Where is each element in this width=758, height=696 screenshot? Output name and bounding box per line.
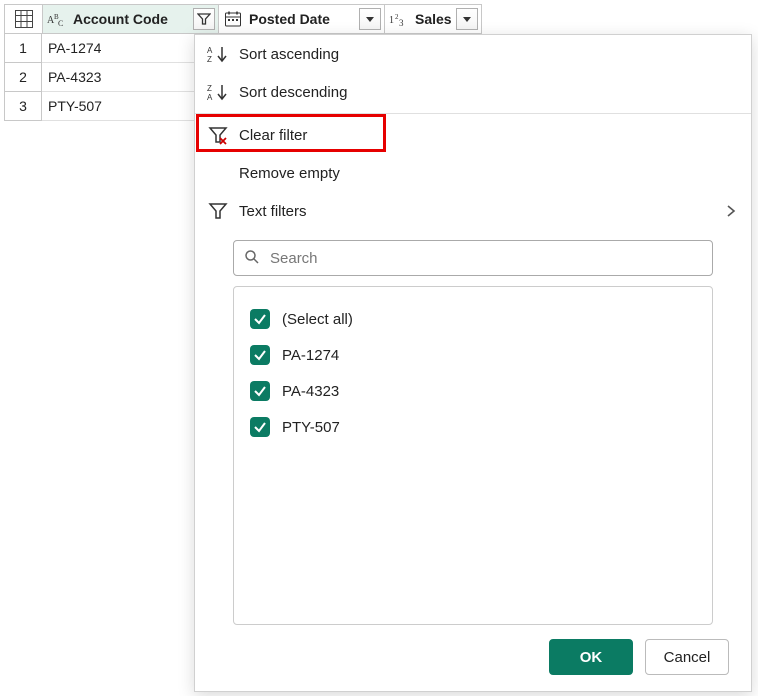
svg-text:Z: Z bbox=[207, 84, 212, 93]
chevron-right-icon bbox=[719, 204, 743, 218]
list-item[interactable]: PA-4323 bbox=[250, 373, 696, 409]
column-header-sales[interactable]: 1 2 3 Sales bbox=[384, 4, 482, 34]
svg-text:A: A bbox=[207, 46, 213, 55]
checkbox-checked-icon[interactable] bbox=[250, 417, 270, 437]
list-item-label: PA-4323 bbox=[282, 383, 339, 400]
column-filter-button[interactable] bbox=[359, 8, 381, 30]
date-type-icon bbox=[221, 7, 245, 31]
column-filter-button[interactable] bbox=[456, 8, 478, 30]
filter-menu: A Z Sort ascending Z A Sort descending bbox=[194, 34, 752, 692]
search-input[interactable] bbox=[268, 249, 702, 268]
data-rows: 1 PA-1274 2 PA-4323 3 PTY-507 bbox=[4, 34, 218, 121]
sort-ascending-item[interactable]: A Z Sort ascending bbox=[195, 35, 751, 73]
number-type-icon: 1 2 3 bbox=[387, 7, 411, 31]
clear-filter-item[interactable]: Clear filter bbox=[195, 116, 751, 154]
table-row[interactable]: 2 PA-4323 bbox=[4, 63, 218, 92]
row-number: 1 bbox=[4, 34, 42, 63]
table-row[interactable]: 1 PA-1274 bbox=[4, 34, 218, 63]
dialog-buttons: OK Cancel bbox=[195, 625, 751, 691]
list-item-label: PA-1274 bbox=[282, 347, 339, 364]
svg-text:Z: Z bbox=[207, 55, 212, 64]
svg-text:3: 3 bbox=[399, 18, 404, 27]
row-number: 2 bbox=[4, 63, 42, 92]
menu-label: Text filters bbox=[231, 203, 719, 220]
select-table-button[interactable] bbox=[4, 4, 42, 34]
menu-label: Sort ascending bbox=[231, 46, 751, 63]
search-box[interactable] bbox=[233, 240, 713, 276]
column-label: Posted Date bbox=[245, 11, 356, 27]
table-row[interactable]: 3 PTY-507 bbox=[4, 92, 218, 121]
text-type-icon: A B C bbox=[45, 7, 69, 31]
column-header-posted-date[interactable]: Posted Date bbox=[218, 4, 384, 34]
sort-descending-item[interactable]: Z A Sort descending bbox=[195, 73, 751, 111]
list-item-label: PTY-507 bbox=[282, 419, 340, 436]
list-item[interactable]: (Select all) bbox=[250, 301, 696, 337]
column-label: Account Code bbox=[69, 11, 190, 27]
list-item[interactable]: PA-1274 bbox=[250, 337, 696, 373]
checkbox-checked-icon[interactable] bbox=[250, 345, 270, 365]
list-item-label: (Select all) bbox=[282, 311, 353, 328]
menu-label: Remove empty bbox=[231, 165, 751, 182]
sort-asc-icon: A Z bbox=[205, 41, 231, 67]
svg-text:C: C bbox=[58, 19, 63, 27]
column-label: Sales bbox=[411, 11, 453, 27]
ok-button[interactable]: OK bbox=[549, 639, 633, 675]
clear-filter-icon bbox=[205, 122, 231, 148]
empty-icon bbox=[205, 160, 231, 186]
menu-separator bbox=[195, 113, 751, 114]
column-header-row: A B C Account Code Posted Date bbox=[4, 4, 482, 34]
text-filters-item[interactable]: Text filters bbox=[195, 192, 751, 230]
row-number: 3 bbox=[4, 92, 42, 121]
checkbox-checked-icon[interactable] bbox=[250, 381, 270, 401]
cancel-button[interactable]: Cancel bbox=[645, 639, 729, 675]
menu-label: Sort descending bbox=[231, 84, 751, 101]
column-filter-button[interactable] bbox=[193, 8, 215, 30]
filter-values-list: (Select all) PA-1274 PA-4323 PTY-507 bbox=[233, 286, 713, 625]
search-icon bbox=[244, 249, 260, 268]
svg-text:1: 1 bbox=[389, 15, 394, 26]
checkbox-checked-icon[interactable] bbox=[250, 309, 270, 329]
svg-text:A: A bbox=[207, 93, 213, 102]
list-item[interactable]: PTY-507 bbox=[250, 409, 696, 445]
cell-account-code: PA-1274 bbox=[42, 34, 218, 63]
cell-account-code: PTY-507 bbox=[42, 92, 218, 121]
column-header-account-code[interactable]: A B C Account Code bbox=[42, 4, 218, 34]
cell-account-code: PA-4323 bbox=[42, 63, 218, 92]
sort-desc-icon: Z A bbox=[205, 79, 231, 105]
menu-label: Clear filter bbox=[231, 127, 751, 144]
remove-empty-item[interactable]: Remove empty bbox=[195, 154, 751, 192]
filter-icon bbox=[205, 198, 231, 224]
